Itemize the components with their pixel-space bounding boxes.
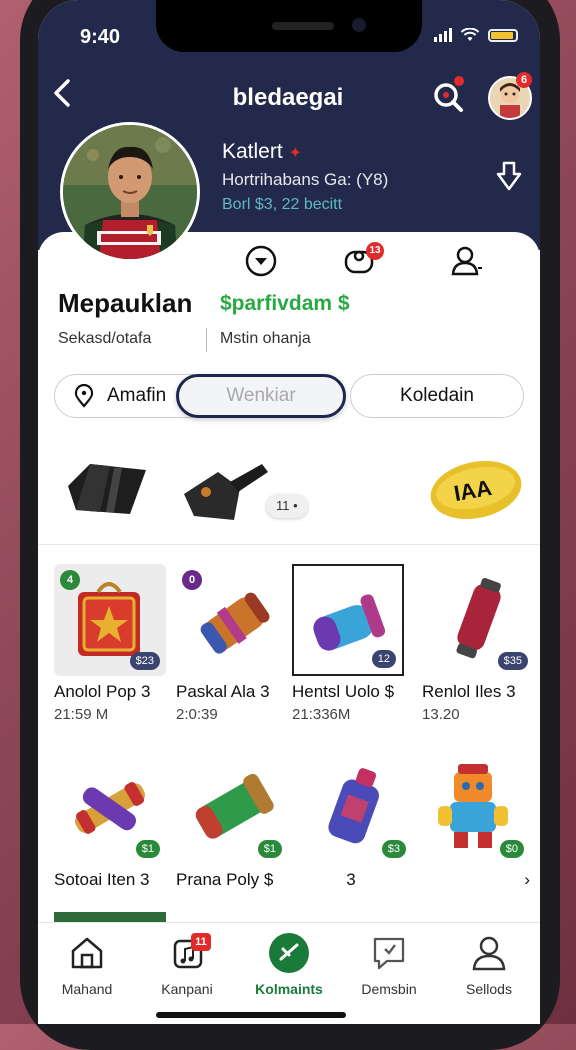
item-price-tag: $1	[257, 840, 282, 858]
nav-badge: 11	[191, 933, 211, 951]
item-card[interactable]: $1 Prana Poly $	[176, 752, 288, 890]
page-title: bledaegai	[232, 84, 344, 111]
glove-item-icon	[68, 464, 146, 514]
nav-label: Sellods	[466, 981, 512, 997]
item-name: Renlol Iles 3	[422, 682, 516, 701]
item-name: Paskal Ala 3	[176, 682, 270, 701]
dropdown-button[interactable]	[244, 244, 278, 278]
profile-photo[interactable]	[60, 122, 200, 262]
chevron-left-icon	[54, 79, 70, 107]
battery-icon	[488, 28, 518, 42]
check-circle-icon	[269, 933, 309, 973]
device-notch	[156, 0, 422, 52]
tab-wenkiar[interactable]: Wenkiar	[176, 374, 346, 418]
speaker-grille	[272, 22, 334, 30]
tab-koledain[interactable]: Koledain	[350, 374, 524, 418]
item-thumbnail: $1	[54, 752, 166, 864]
item-corner-badge: 4	[60, 570, 80, 590]
nav-label: Mahand	[61, 981, 113, 997]
item-price-tag: $35	[497, 652, 528, 670]
add-user-icon	[451, 246, 482, 276]
item-price-tag: $23	[129, 652, 160, 670]
item-name: Prana Poly $	[176, 870, 274, 889]
item-thumbnail: $0	[418, 752, 530, 864]
front-camera	[352, 18, 366, 32]
item-card[interactable]: $35 Renlol Iles 3 13.20	[422, 564, 534, 723]
item-card[interactable]: $3 3	[300, 752, 412, 890]
home-icon	[71, 937, 103, 969]
item-time: 2:0:39	[176, 706, 218, 723]
item-price-tag: 12	[371, 650, 396, 668]
item-price-tag: $3	[381, 840, 406, 858]
chevron-down-circle-icon	[245, 245, 277, 277]
chat-bubble-icon	[373, 937, 405, 970]
item-name: Sotoai Iten 3	[54, 870, 150, 889]
profile-icon	[472, 936, 506, 971]
item-time: 21:336M	[292, 706, 351, 723]
home-indicator[interactable]	[156, 1012, 346, 1018]
profile-subtitle: Hortrihabans Ga: (Y8)	[222, 170, 389, 189]
tab-label: Wenkiar	[226, 385, 296, 406]
item-card[interactable]: 4 $23 Anolol Pop 3 21:59 M	[54, 564, 166, 723]
share-button[interactable]	[494, 160, 524, 192]
item-card[interactable]: 12 Hentsl Uolo $ 21:336M	[292, 564, 404, 723]
profile-name-row: Katlert ✦	[222, 140, 302, 164]
back-button[interactable]	[52, 78, 72, 114]
nav-kanpani[interactable]: 11 Kanpani	[142, 933, 232, 997]
share-icon	[496, 161, 522, 191]
item-thumbnail-selected: 12	[292, 564, 404, 676]
item-price-tag: $1	[135, 840, 160, 858]
bottom-nav: Mahand 11 Kanpani Kolmaints Demsbin Sell…	[38, 922, 540, 1024]
app-screen: 9:40 bledaegai 6 Katlert ✦ Hortrihabans …	[38, 0, 540, 1024]
item-thumbnail: $1	[176, 752, 288, 864]
nav-label: Kanpani	[161, 981, 213, 997]
item-name: Anolol Pop 3	[54, 682, 151, 701]
tab-label: Amafin	[107, 385, 167, 406]
section-sub-right: Mstin ohanja	[220, 330, 311, 347]
player-portrait	[63, 125, 197, 259]
item-card[interactable]: $1 Sotoai Iten 3	[54, 752, 166, 890]
status-time: 9:40	[80, 26, 121, 48]
messages-badge: 13	[366, 242, 384, 260]
wifi-icon	[460, 28, 480, 41]
nav-sellods[interactable]: Sellods	[444, 933, 534, 997]
nav-label: Kolmaints	[255, 981, 323, 997]
section-divider	[38, 544, 540, 545]
item-time: 21:59 M	[54, 706, 109, 723]
tab-label: Koledain	[400, 385, 474, 406]
item-name: ›	[524, 870, 530, 889]
count-pill[interactable]: 11 •	[266, 494, 308, 518]
item-name: Hentsl Uolo $	[292, 682, 395, 701]
verified-dot-icon: ✦	[288, 145, 302, 162]
item-thumbnail: 0	[176, 564, 288, 676]
item-card[interactable]: $0 ›	[418, 752, 530, 890]
item-card[interactable]: 0 Paskal Ala 3 2:0:39	[176, 564, 288, 723]
search-button[interactable]	[432, 76, 466, 114]
item-name: 3	[346, 870, 356, 889]
nav-home[interactable]: Mahand	[42, 933, 132, 997]
item-thumbnail: 4 $23	[54, 564, 166, 676]
item-time: 13.20	[422, 706, 460, 723]
nav-kolmaints[interactable]: Kolmaints	[244, 933, 334, 997]
nav-label: Demsbin	[361, 981, 417, 997]
nav-demsbin[interactable]: Demsbin	[344, 933, 434, 997]
item-price-tag: $0	[499, 840, 524, 858]
profile-name: Katlert	[222, 140, 283, 163]
signal-icon	[434, 28, 452, 42]
item-thumbnail: $3	[300, 752, 412, 864]
section-sub-left: Sekasd/otafa	[58, 330, 152, 347]
location-pin-icon	[74, 384, 94, 408]
notification-badge: 6	[516, 72, 532, 88]
add-user-button[interactable]	[450, 244, 484, 278]
item-thumbnail: $35	[422, 564, 534, 676]
status-icons	[434, 28, 518, 42]
dagger-item-icon	[184, 464, 268, 520]
section-accent: $parfivdam $	[220, 292, 350, 315]
divider	[206, 328, 207, 352]
profile-stat: Borl $3, 22 becitt	[222, 196, 343, 213]
search-badge	[454, 76, 464, 86]
item-corner-badge: 0	[182, 570, 202, 590]
section-title: Mepauklan	[58, 288, 193, 318]
gold-ball-item: IAA	[430, 454, 522, 531]
